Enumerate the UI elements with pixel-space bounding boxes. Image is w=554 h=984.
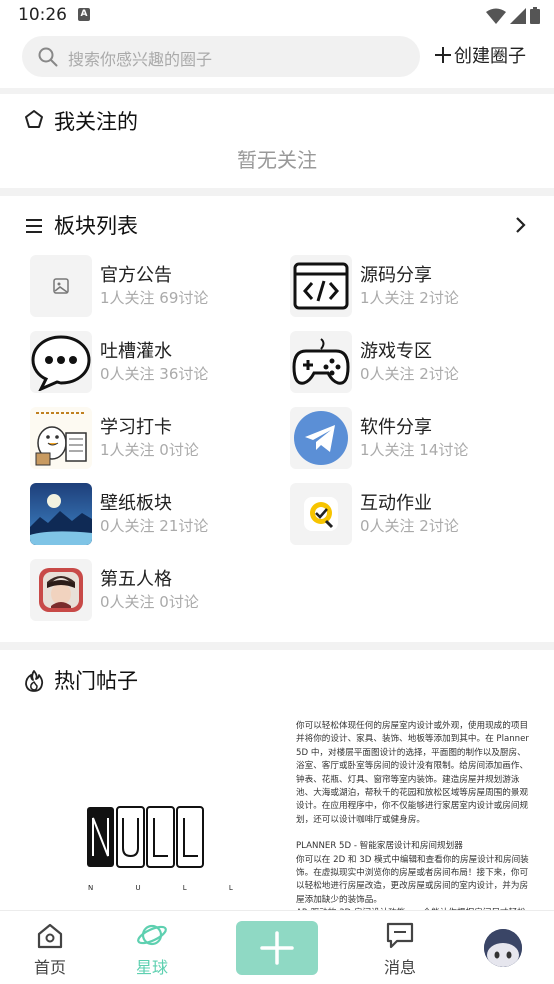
status-icons — [486, 7, 540, 24]
post-text[interactable]: 你可以轻松体现任何的房屋室内设计或外观，使用现成的项目并将你的设计、家具、装饰、… — [296, 720, 532, 910]
home-icon — [37, 923, 63, 949]
tab-messages[interactable]: 消息 — [360, 911, 440, 984]
profile-avatar[interactable] — [484, 929, 522, 967]
search-input[interactable]: 搜索你感兴趣的圈子 — [22, 36, 420, 77]
add-post-button[interactable] — [236, 921, 318, 975]
board-software[interactable]: 软件分享 1人关注 14讨论 — [290, 407, 530, 471]
null-logo-image — [87, 806, 204, 868]
tab-home-label: 首页 — [33, 958, 66, 977]
board-stats: 1人关注 2讨论 — [360, 289, 459, 307]
tab-messages-label: 消息 — [383, 958, 416, 977]
planet-icon — [137, 924, 167, 946]
status-bar: 10:26 A — [0, 0, 554, 32]
empty-following-text: 暂无关注 — [237, 148, 317, 172]
board-stats: 1人关注 69讨论 — [100, 289, 209, 307]
board-stats: 0人关注 2讨论 — [360, 517, 459, 535]
board-study[interactable]: 学习打卡 1人关注 0讨论 — [30, 407, 270, 471]
signal-icon — [510, 7, 526, 24]
battery-icon — [530, 7, 540, 24]
status-time: 10:26 — [18, 5, 67, 25]
board-stats: 0人关注 2讨论 — [360, 365, 459, 383]
board-name: 吐槽灌水 — [100, 341, 172, 362]
boards-title: 板块列表 — [54, 214, 138, 238]
board-homework[interactable]: 互动作业 0人关注 2讨论 — [290, 483, 530, 547]
following-title: 我关注的 — [54, 110, 138, 134]
board-stats: 0人关注 0讨论 — [100, 593, 199, 611]
post-image[interactable]: N U L L — [30, 710, 270, 910]
board-name: 源码分享 — [360, 265, 432, 286]
gamepad-icon — [290, 331, 352, 393]
create-circle-label: 创建圈子 — [454, 46, 526, 67]
null-subtitle: N U L L — [88, 884, 253, 892]
hot-posts-title: 热门帖子 — [54, 669, 138, 693]
flame-icon — [25, 670, 44, 692]
board-official[interactable]: 官方公告 1人关注 69讨论 — [30, 255, 270, 319]
notification-badge-icon: A — [78, 8, 90, 21]
board-wallpaper[interactable]: 壁纸板块 0人关注 21讨论 — [30, 483, 270, 547]
bottom-tab-bar: 首页 星球 消息 — [0, 910, 554, 984]
image-placeholder-icon — [30, 255, 92, 317]
create-circle-button[interactable]: 创建圈子 — [434, 42, 526, 68]
board-stats: 1人关注 0讨论 — [100, 441, 199, 459]
tab-home[interactable]: 首页 — [10, 911, 90, 984]
plus-icon — [260, 931, 294, 965]
search-placeholder: 搜索你感兴趣的圈子 — [68, 50, 213, 69]
boards-section: 板块列表 官方公告 1人关注 69讨论 源码分享 1人关注 2讨论 吐槽灌水 0… — [0, 196, 554, 642]
tab-planet-label: 星球 — [135, 958, 168, 977]
post-paragraph: 你可以轻松体现任何的房屋室内设计或外观，使用现成的项目并将你的设计、家具、装饰、… — [296, 721, 529, 825]
board-name: 第五人格 — [100, 569, 172, 590]
board-source-code[interactable]: 源码分享 1人关注 2讨论 — [290, 255, 530, 319]
board-stats: 1人关注 14讨论 — [360, 441, 469, 459]
tab-planet[interactable]: 星球 — [112, 911, 192, 984]
avatar-image — [484, 929, 522, 967]
board-name: 游戏专区 — [360, 341, 432, 362]
q-logo-icon — [290, 483, 352, 545]
duck-sticker-icon — [30, 407, 92, 469]
code-icon — [290, 255, 352, 317]
following-section: 我关注的 暂无关注 — [0, 94, 554, 188]
wifi-icon — [486, 8, 506, 24]
telegram-icon — [290, 407, 352, 469]
board-name: 互动作业 — [360, 493, 432, 514]
board-name: 官方公告 — [100, 265, 172, 286]
board-games[interactable]: 游戏专区 0人关注 2讨论 — [290, 331, 530, 395]
plus-icon — [435, 47, 451, 63]
game-avatar-image — [30, 559, 92, 621]
wallpaper-image — [30, 483, 92, 545]
chat-bubble-icon — [30, 331, 92, 393]
search-row: 搜索你感兴趣的圈子 创建圈子 — [0, 32, 554, 88]
pentagon-icon — [25, 110, 43, 128]
board-stats: 0人关注 36讨论 — [100, 365, 209, 383]
board-name: 软件分享 — [360, 417, 432, 438]
board-name: 壁纸板块 — [100, 493, 172, 514]
menu-icon — [26, 219, 42, 233]
chevron-right-icon[interactable] — [514, 216, 526, 234]
search-icon — [38, 47, 58, 67]
message-icon — [386, 922, 414, 949]
board-chat[interactable]: 吐槽灌水 0人关注 36讨论 — [30, 331, 270, 395]
board-name: 学习打卡 — [100, 417, 172, 438]
post-paragraph: PLANNER 5D - 智能家居设计和房间规划器 你可以在 2D 和 3D 模… — [296, 841, 529, 910]
board-stats: 0人关注 21讨论 — [100, 517, 209, 535]
hot-posts-section: 热门帖子 N U L L 你可以轻松体现任何的房屋室内设计或外观，使用现成的项目… — [0, 650, 554, 910]
board-identity-v[interactable]: 第五人格 0人关注 0讨论 — [30, 559, 270, 623]
